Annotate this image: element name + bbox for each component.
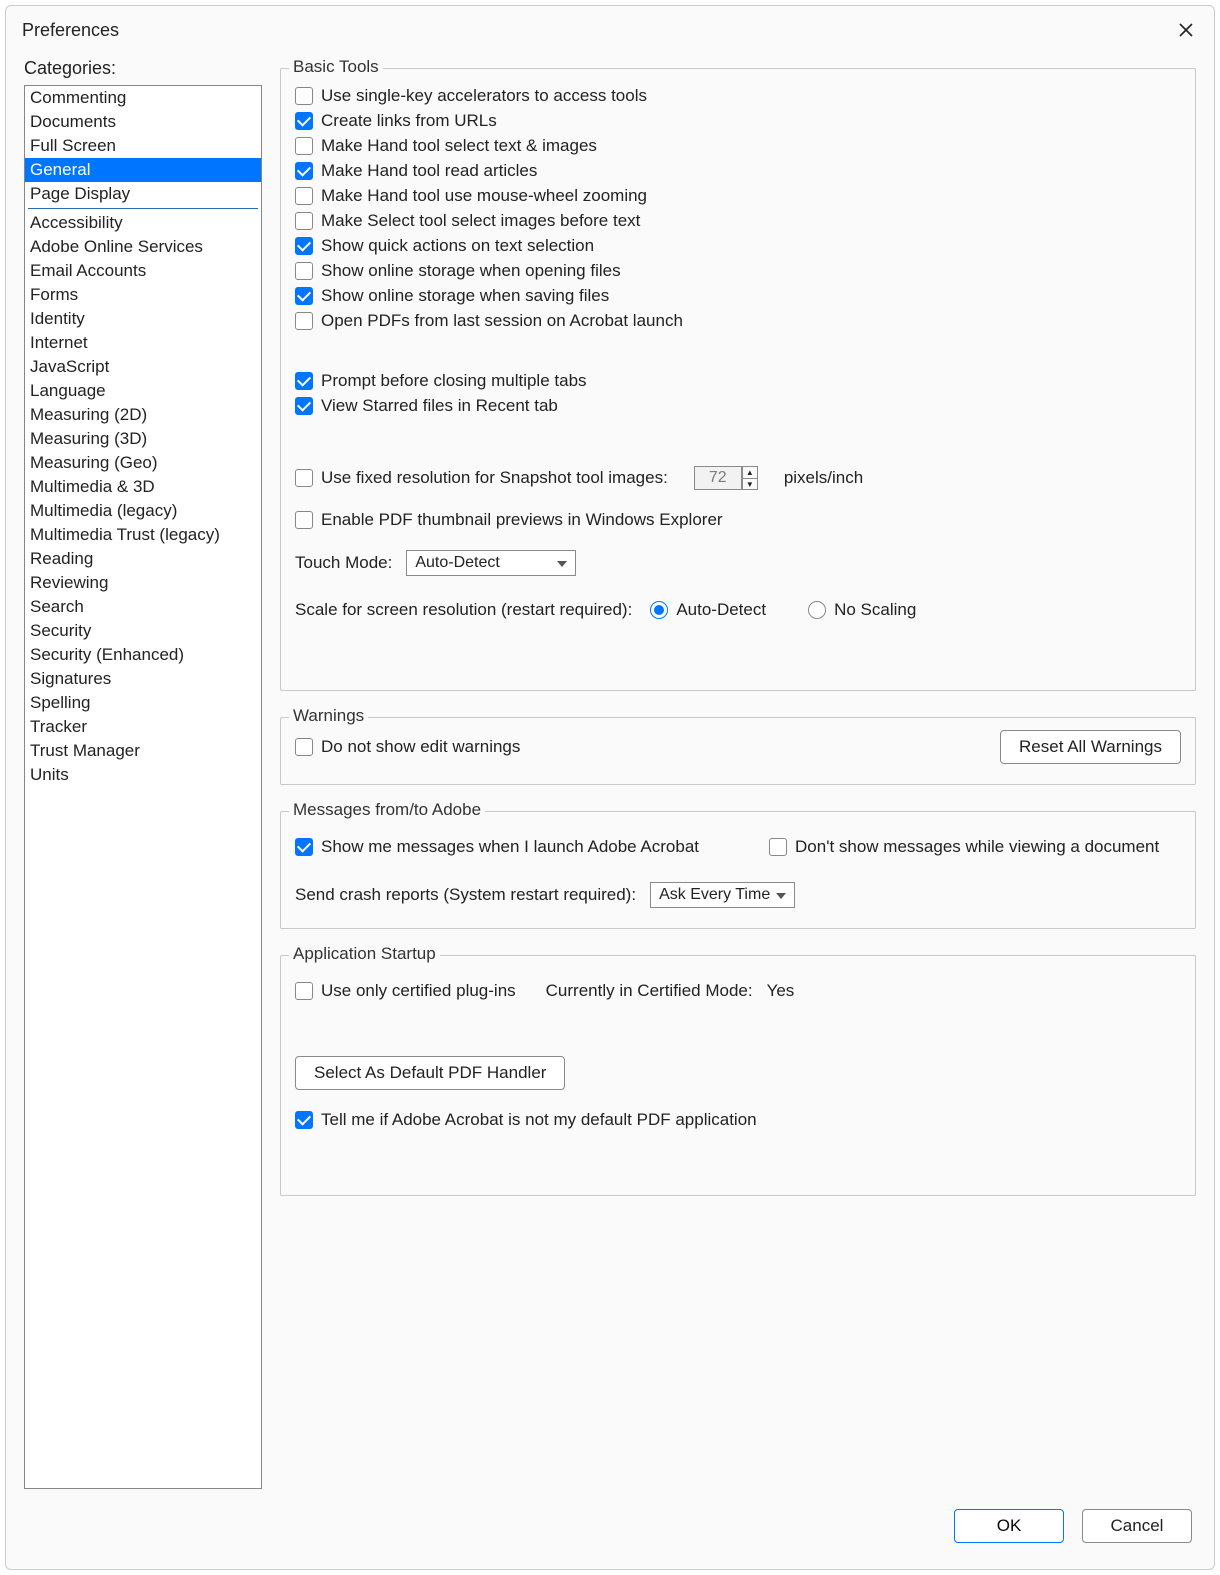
checkbox[interactable]: [295, 372, 313, 390]
checkbox-label: Use single-key accelerators to access to…: [321, 86, 647, 106]
category-item[interactable]: General: [25, 158, 261, 182]
category-item[interactable]: Forms: [25, 283, 261, 307]
category-item[interactable]: Search: [25, 595, 261, 619]
label-snapshot: Use fixed resolution for Snapshot tool i…: [321, 468, 668, 488]
checkbox[interactable]: [295, 287, 313, 305]
checkbox-label: Show online storage when opening files: [321, 261, 621, 281]
category-item[interactable]: Multimedia & 3D: [25, 475, 261, 499]
legend-startup: Application Startup: [289, 944, 440, 964]
checkbox-show-messages-launch[interactable]: [295, 838, 313, 856]
label-scale: Scale for screen resolution (restart req…: [295, 600, 632, 620]
category-item[interactable]: Accessibility: [25, 211, 261, 235]
ok-button[interactable]: OK: [954, 1509, 1064, 1543]
checkbox-no-messages-viewing[interactable]: [769, 838, 787, 856]
cancel-button[interactable]: Cancel: [1082, 1509, 1192, 1543]
spinner-snapshot[interactable]: ▲▼: [742, 466, 758, 490]
group-basic-tools: Basic Tools Use single-key accelerators …: [280, 68, 1196, 691]
checkbox[interactable]: [295, 397, 313, 415]
window-title: Preferences: [22, 20, 119, 41]
category-item[interactable]: Security: [25, 619, 261, 643]
group-startup: Application Startup Use only certified p…: [280, 955, 1196, 1196]
button-reset-warnings[interactable]: Reset All Warnings: [1000, 730, 1181, 764]
checkbox-label: Open PDFs from last session on Acrobat l…: [321, 311, 683, 331]
group-warnings: Warnings Do not show edit warnings Reset…: [280, 717, 1196, 785]
label-thumb-previews: Enable PDF thumbnail previews in Windows…: [321, 510, 723, 530]
categories-label: Categories:: [24, 58, 262, 79]
category-item[interactable]: Measuring (3D): [25, 427, 261, 451]
category-item[interactable]: Documents: [25, 110, 261, 134]
button-default-pdf-handler[interactable]: Select As Default PDF Handler: [295, 1056, 565, 1090]
label-no-messages-viewing: Don't show messages while viewing a docu…: [795, 837, 1159, 857]
label-default-pdf-notify: Tell me if Adobe Acrobat is not my defau…: [321, 1110, 757, 1130]
label-snapshot-unit: pixels/inch: [784, 468, 863, 488]
category-item[interactable]: Email Accounts: [25, 259, 261, 283]
category-item[interactable]: Security (Enhanced): [25, 643, 261, 667]
category-item[interactable]: JavaScript: [25, 355, 261, 379]
category-item[interactable]: Signatures: [25, 667, 261, 691]
checkbox-edit-warnings[interactable]: [295, 738, 313, 756]
select-touch-mode[interactable]: Auto-Detect: [406, 550, 576, 576]
category-item[interactable]: Tracker: [25, 715, 261, 739]
label-certified-plugins: Use only certified plug-ins: [321, 981, 516, 1001]
label-show-messages-launch: Show me messages when I launch Adobe Acr…: [321, 837, 699, 857]
checkbox[interactable]: [295, 312, 313, 330]
checkbox-snapshot[interactable]: [295, 469, 313, 487]
category-item[interactable]: Multimedia (legacy): [25, 499, 261, 523]
categories-listbox[interactable]: CommentingDocumentsFull ScreenGeneralPag…: [24, 85, 262, 1489]
legend-basic: Basic Tools: [289, 57, 383, 77]
checkbox-label: Make Hand tool select text & images: [321, 136, 597, 156]
label-crash-reports: Send crash reports (System restart requi…: [295, 885, 636, 905]
checkbox[interactable]: [295, 112, 313, 130]
input-snapshot-resolution[interactable]: [694, 466, 742, 490]
label-touch-mode: Touch Mode:: [295, 553, 392, 573]
checkbox[interactable]: [295, 162, 313, 180]
checkbox[interactable]: [295, 212, 313, 230]
checkbox-label: Make Hand tool use mouse-wheel zooming: [321, 186, 647, 206]
label-scale-auto: Auto-Detect: [676, 600, 766, 620]
checkbox[interactable]: [295, 87, 313, 105]
radio-scale-auto[interactable]: [650, 601, 668, 619]
category-item[interactable]: Measuring (2D): [25, 403, 261, 427]
value-certified-mode: Yes: [767, 981, 795, 1001]
checkbox[interactable]: [295, 187, 313, 205]
category-item[interactable]: Multimedia Trust (legacy): [25, 523, 261, 547]
checkbox-label: View Starred files in Recent tab: [321, 396, 558, 416]
checkbox-default-pdf-notify[interactable]: [295, 1111, 313, 1129]
category-item[interactable]: Trust Manager: [25, 739, 261, 763]
category-item[interactable]: Identity: [25, 307, 261, 331]
close-button[interactable]: [1174, 18, 1198, 42]
checkbox-label: Show quick actions on text selection: [321, 236, 594, 256]
label-certified-mode: Currently in Certified Mode:: [546, 981, 753, 1001]
checkbox-thumb-previews[interactable]: [295, 511, 313, 529]
category-item[interactable]: Reading: [25, 547, 261, 571]
label-edit-warnings: Do not show edit warnings: [321, 737, 520, 757]
checkbox-label: Prompt before closing multiple tabs: [321, 371, 587, 391]
category-item[interactable]: Internet: [25, 331, 261, 355]
checkbox[interactable]: [295, 237, 313, 255]
category-item[interactable]: Units: [25, 763, 261, 787]
select-crash-reports[interactable]: Ask Every Time: [650, 882, 795, 908]
category-item[interactable]: Reviewing: [25, 571, 261, 595]
checkbox-label: Make Select tool select images before te…: [321, 211, 640, 231]
group-messages: Messages from/to Adobe Show me messages …: [280, 811, 1196, 929]
category-item[interactable]: Measuring (Geo): [25, 451, 261, 475]
label-scale-none: No Scaling: [834, 600, 916, 620]
category-item[interactable]: Spelling: [25, 691, 261, 715]
radio-scale-none[interactable]: [808, 601, 826, 619]
checkbox[interactable]: [295, 137, 313, 155]
checkbox-certified-plugins[interactable]: [295, 982, 313, 1000]
category-item[interactable]: Page Display: [25, 182, 261, 206]
category-item[interactable]: Commenting: [25, 86, 261, 110]
checkbox-label: Show online storage when saving files: [321, 286, 609, 306]
category-item[interactable]: Full Screen: [25, 134, 261, 158]
category-item[interactable]: Adobe Online Services: [25, 235, 261, 259]
category-item[interactable]: Language: [25, 379, 261, 403]
checkbox-label: Make Hand tool read articles: [321, 161, 537, 181]
legend-messages: Messages from/to Adobe: [289, 800, 485, 820]
checkbox[interactable]: [295, 262, 313, 280]
checkbox-label: Create links from URLs: [321, 111, 497, 131]
legend-warnings: Warnings: [289, 706, 368, 726]
